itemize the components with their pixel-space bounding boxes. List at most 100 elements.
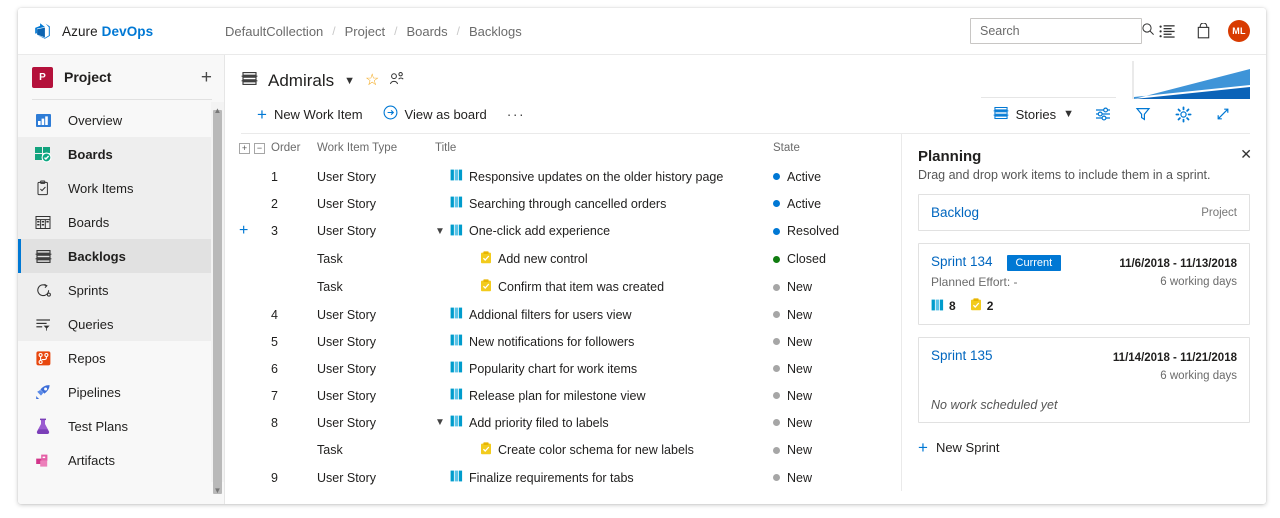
cumulative-flow-chart[interactable] [1132, 61, 1250, 101]
shopping-bag-icon[interactable] [1192, 20, 1214, 42]
table-row[interactable]: 8 User Story ▼ Add priority filed to labels… [239, 409, 901, 436]
state-dot-icon [773, 311, 780, 318]
task-icon [480, 442, 492, 458]
table-row[interactable]: Task ▼Confirm that item was created New [239, 273, 901, 301]
table-row[interactable]: Task ▼Create color schema for new labels N… [239, 436, 901, 464]
column-header-work-item-type[interactable]: Work Item Type [317, 134, 435, 163]
global-topbar: Azure DevOps DefaultCollection / Project… [18, 8, 1266, 55]
project-name[interactable]: Project [64, 69, 190, 85]
cell-title[interactable]: ▼Finalize requirements for tabs [435, 464, 773, 491]
drag-handle-icon[interactable]: + [239, 222, 248, 239]
backlog-card[interactable]: Backlog Project [918, 194, 1250, 231]
chevron-down-icon[interactable]: ▼ [435, 417, 445, 428]
fullscreen-icon[interactable] [1212, 103, 1234, 125]
sprint-link[interactable]: Sprint 135 [931, 348, 993, 363]
sprint-link[interactable]: Sprint 134 [931, 254, 993, 269]
scroll-down-icon[interactable]: ▼ [211, 482, 224, 498]
cell-title[interactable]: ▼Release plan for milestone view [435, 382, 773, 409]
collapse-all-button[interactable]: − [254, 143, 265, 154]
table-row[interactable]: 9 User Story ▼Finalize requirements for ta… [239, 464, 901, 491]
breadcrumb-backlogs[interactable]: Backlogs [469, 24, 522, 39]
sidebar-item-overview[interactable]: Overview [18, 103, 224, 137]
brand-azure-devops[interactable]: Azure DevOps [18, 21, 225, 41]
work-item-title[interactable]: Popularity chart for work items [469, 362, 637, 376]
table-row[interactable]: 4 User Story ▼Addional filters for users v… [239, 301, 901, 328]
breadcrumb-boards[interactable]: Boards [406, 24, 447, 39]
cell-title[interactable]: ▼ One-click add experience [435, 217, 773, 245]
backlog-link[interactable]: Backlog [931, 205, 979, 220]
breadcrumb-project[interactable]: Project [345, 24, 385, 39]
work-item-title[interactable]: Responsive updates on the older history … [469, 170, 723, 184]
cell-title[interactable]: ▼Confirm that item was created [435, 273, 773, 301]
sidebar-item-test-plans[interactable]: Test Plans [18, 409, 224, 443]
new-sprint-button[interactable]: + New Sprint [918, 439, 1250, 456]
chevron-down-icon[interactable]: ▼ [344, 75, 355, 87]
chevron-down-icon[interactable]: ▼ [435, 226, 445, 237]
backlog-level-picker[interactable]: Stories ▼ [993, 106, 1074, 123]
column-header-order[interactable]: Order [271, 134, 317, 163]
user-avatar[interactable]: ML [1228, 20, 1250, 42]
work-items-icon[interactable] [1156, 20, 1178, 42]
add-project-button[interactable]: + [201, 68, 212, 87]
cell-title[interactable]: ▼Create color schema for new labels [435, 436, 773, 464]
table-row[interactable]: 2 User Story ▼Searching through cancelled … [239, 190, 901, 217]
sidebar-item-backlogs[interactable]: Backlogs [18, 239, 224, 273]
column-options-icon[interactable] [1092, 103, 1114, 125]
breadcrumb-collection[interactable]: DefaultCollection [225, 24, 323, 39]
table-row[interactable]: 5 User Story ▼New notifications for follow… [239, 328, 901, 355]
cell-title[interactable]: ▼Add new control [435, 245, 773, 273]
table-row[interactable]: 7 User Story ▼Release plan for milestone v… [239, 382, 901, 409]
cell-title[interactable]: ▼New notifications for followers [435, 328, 773, 355]
star-icon[interactable]: ☆ [365, 73, 379, 89]
row-drag-cell[interactable]: + [239, 217, 271, 245]
sidebar-item-sprints[interactable]: Sprints [18, 273, 224, 307]
chevron-down-icon[interactable]: ▼ [1063, 108, 1074, 120]
work-item-title[interactable]: Searching through cancelled orders [469, 197, 666, 211]
work-item-title[interactable]: Finalize requirements for tabs [469, 471, 634, 485]
cell-title[interactable]: ▼Responsive updates on the older history… [435, 163, 773, 190]
sidebar-item-artifacts[interactable]: Artifacts [18, 443, 224, 477]
work-item-title[interactable]: Confirm that item was created [498, 280, 664, 294]
sidebar-item-work-items[interactable]: Work Items [18, 171, 224, 205]
work-item-title[interactable]: New notifications for followers [469, 335, 634, 349]
expand-all-button[interactable]: + [239, 143, 250, 154]
table-row[interactable]: +3 User Story ▼ One-click add experience Res… [239, 217, 901, 245]
cell-title[interactable]: ▼Popularity chart for work items [435, 355, 773, 382]
work-item-title[interactable]: Create color schema for new labels [498, 443, 694, 457]
table-row[interactable]: Task ▼Add new control Closed [239, 245, 901, 273]
search-box[interactable] [970, 18, 1154, 44]
sidebar-scrollbar-thumb[interactable] [213, 110, 222, 494]
search-icon[interactable] [1141, 22, 1155, 41]
sidebar-item-boards-hub[interactable]: Boards [18, 137, 224, 171]
close-icon[interactable]: ✕ [1240, 147, 1252, 161]
table-row[interactable]: 1 User Story ▼Responsive updates on the ol… [239, 163, 901, 190]
plus-icon: + [257, 104, 267, 124]
work-item-title[interactable]: Addional filters for users view [469, 308, 632, 322]
cell-title[interactable]: ▼Searching through cancelled orders [435, 190, 773, 217]
cell-title[interactable]: ▼ Add priority filed to labels [435, 409, 773, 436]
new-work-item-button[interactable]: + New Work Item [257, 106, 363, 123]
cell-title[interactable]: ▼Addional filters for users view [435, 301, 773, 328]
scroll-up-icon[interactable]: ▲ [211, 102, 224, 118]
column-header-state[interactable]: State [773, 134, 901, 163]
work-item-title[interactable]: Add new control [498, 252, 588, 266]
sprint-card[interactable]: Sprint 134 Current 11/6/2018 - 11/13/201… [918, 243, 1250, 325]
gear-icon[interactable] [1172, 103, 1194, 125]
sidebar-item-queries[interactable]: Queries [18, 307, 224, 341]
sidebar-item-boards[interactable]: Boards [18, 205, 224, 239]
view-as-board-button[interactable]: View as board [383, 105, 487, 123]
work-item-title[interactable]: Release plan for milestone view [469, 389, 645, 403]
sprint-card[interactable]: Sprint 135 11/14/2018 - 11/21/2018 6 wor… [918, 337, 1250, 423]
more-commands-button[interactable]: ··· [507, 106, 526, 122]
work-item-title[interactable]: Add priority filed to labels [469, 416, 609, 430]
sidebar-scrollbar[interactable] [211, 102, 224, 494]
sidebar-item-repos[interactable]: Repos [18, 341, 224, 375]
sidebar-item-pipelines[interactable]: Pipelines [18, 375, 224, 409]
team-icon[interactable] [389, 71, 405, 91]
table-row[interactable]: 6 User Story ▼Popularity chart for work it… [239, 355, 901, 382]
search-input[interactable] [980, 24, 1141, 38]
work-item-title[interactable]: One-click add experience [469, 224, 610, 238]
filter-icon[interactable] [1132, 103, 1154, 125]
column-header-title[interactable]: Title [435, 134, 773, 163]
project-header[interactable]: P Project + [18, 55, 224, 99]
